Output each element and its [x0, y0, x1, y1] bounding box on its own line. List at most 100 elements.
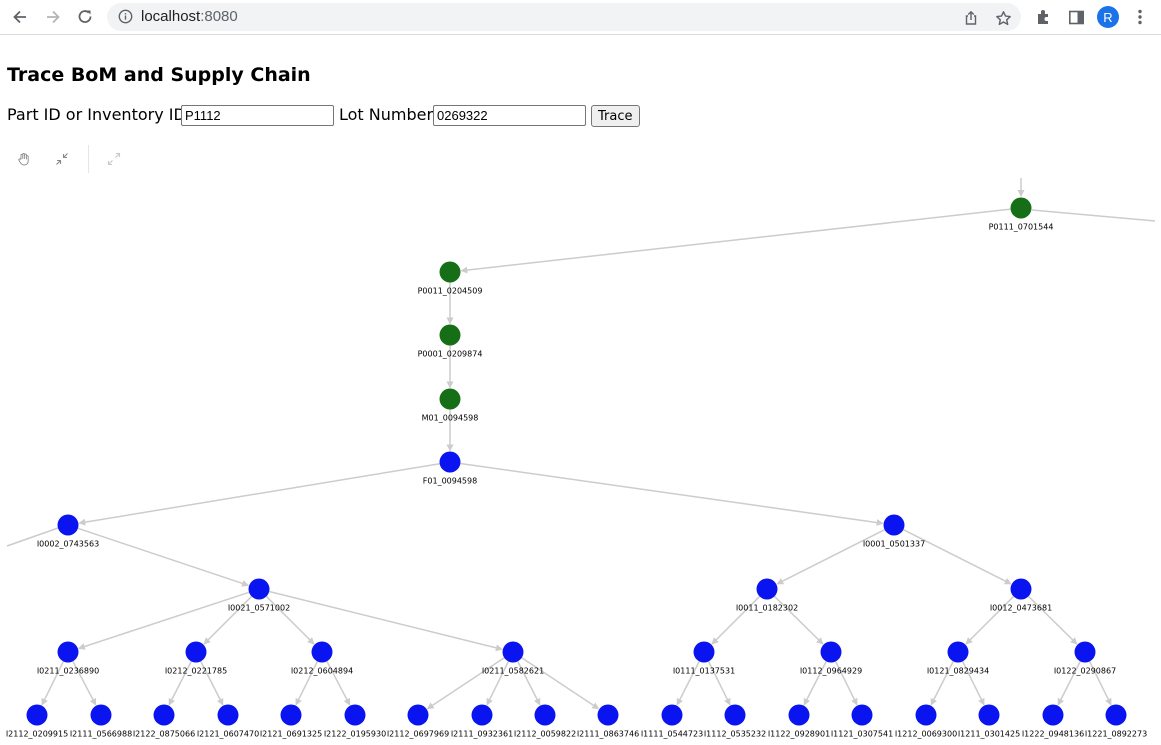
- profile-avatar[interactable]: R: [1097, 6, 1119, 28]
- node-circle[interactable]: [311, 641, 333, 663]
- node-circle[interactable]: [439, 324, 461, 346]
- kebab-menu-icon[interactable]: [1129, 6, 1151, 28]
- side-panel-icon[interactable]: [1065, 6, 1087, 28]
- graph-node[interactable]: I0122_0290867: [1054, 641, 1116, 676]
- graph-node[interactable]: I0212_0604894: [291, 641, 353, 676]
- node-circle[interactable]: [57, 514, 79, 536]
- graph-node[interactable]: I0211_0236890: [37, 641, 99, 676]
- node-circle[interactable]: [153, 704, 175, 726]
- graph-node[interactable]: P0111_0701544: [989, 197, 1054, 232]
- node-circle[interactable]: [788, 704, 810, 726]
- node-circle[interactable]: [534, 704, 556, 726]
- graph-node[interactable]: I2111_0863746: [577, 704, 639, 739]
- graph-node[interactable]: P0001_0209874: [418, 324, 483, 359]
- back-button[interactable]: [8, 5, 32, 29]
- graph-node[interactable]: I0111_0137531: [673, 641, 735, 676]
- node-circle[interactable]: [502, 641, 524, 663]
- site-info-icon[interactable]: [118, 9, 133, 28]
- graph-node[interactable]: I0121_0829434: [927, 641, 989, 676]
- node-circle[interactable]: [439, 261, 461, 283]
- graph-node[interactable]: I2112_0209915: [6, 704, 68, 739]
- node-label: I0121_0829434: [927, 667, 989, 676]
- forward-button[interactable]: [41, 5, 65, 29]
- graph-node[interactable]: I1122_0928901: [768, 704, 830, 739]
- graph-node[interactable]: I2112_0059822: [514, 704, 576, 739]
- share-icon[interactable]: [961, 8, 981, 28]
- node-circle[interactable]: [90, 704, 112, 726]
- graph-node[interactable]: I1121_0307541: [831, 704, 893, 739]
- graph-node[interactable]: I2112_0697969: [387, 704, 449, 739]
- node-circle[interactable]: [820, 641, 842, 663]
- graph-node[interactable]: I2121_0607470: [197, 704, 259, 739]
- node-circle[interactable]: [661, 704, 683, 726]
- node-label: I0002_0743563: [37, 540, 99, 549]
- node-circle[interactable]: [217, 704, 239, 726]
- graph-node[interactable]: I2122_0195930: [324, 704, 386, 739]
- node-circle[interactable]: [597, 704, 619, 726]
- node-circle[interactable]: [407, 704, 429, 726]
- graph-node[interactable]: I0011_0182302: [736, 578, 798, 613]
- graph-node[interactable]: F01_0094598: [423, 451, 477, 486]
- graph-node[interactable]: I0012_0473681: [990, 578, 1052, 613]
- node-circle[interactable]: [693, 641, 715, 663]
- extensions-icon[interactable]: [1033, 6, 1055, 28]
- graph-edge: [460, 462, 884, 527]
- reload-icon: [78, 10, 92, 23]
- node-label: I2112_0697969: [387, 730, 449, 739]
- graph-node[interactable]: I2122_0875066: [133, 704, 195, 739]
- node-circle[interactable]: [1010, 578, 1032, 600]
- node-circle[interactable]: [947, 641, 969, 663]
- graph-node[interactable]: I1111_0544723: [641, 704, 703, 739]
- graph-node[interactable]: I2121_0691325: [260, 704, 322, 739]
- reload-button[interactable]: [73, 5, 97, 29]
- browser-toolbar: localhost:8080 R: [0, 0, 1161, 35]
- lot-number-input[interactable]: [433, 105, 586, 126]
- graph-node[interactable]: I1112_0535232: [704, 704, 766, 739]
- graph-node[interactable]: I1222_0948136: [1022, 704, 1084, 739]
- node-circle[interactable]: [724, 704, 746, 726]
- pan-hand-icon[interactable]: [13, 148, 35, 170]
- graph-node[interactable]: I2111_0566988: [70, 704, 132, 739]
- node-circle[interactable]: [57, 641, 79, 663]
- node-circle[interactable]: [248, 578, 270, 600]
- node-circle[interactable]: [1074, 641, 1096, 663]
- address-bar[interactable]: localhost:8080: [107, 3, 1021, 31]
- graph-node[interactable]: I0212_0221785: [165, 641, 227, 676]
- graph-node[interactable]: M01_0094598: [422, 388, 479, 423]
- graph-node[interactable]: I1212_0069300: [895, 704, 957, 739]
- graph-node[interactable]: I1221_0892273: [1085, 704, 1147, 739]
- graph-node[interactable]: I0001_0501337: [863, 514, 925, 549]
- part-id-input[interactable]: [181, 105, 334, 126]
- node-circle[interactable]: [344, 704, 366, 726]
- collapse-icon[interactable]: [51, 148, 73, 170]
- node-label: I1121_0307541: [831, 730, 893, 739]
- node-label: P0111_0701544: [989, 223, 1054, 232]
- node-circle[interactable]: [439, 388, 461, 410]
- node-circle[interactable]: [439, 451, 461, 473]
- node-circle[interactable]: [883, 514, 905, 536]
- trace-button[interactable]: Trace: [591, 105, 640, 127]
- node-circle[interactable]: [756, 578, 778, 600]
- node-circle[interactable]: [851, 704, 873, 726]
- node-circle[interactable]: [915, 704, 937, 726]
- graph-node[interactable]: I2111_0932361: [451, 704, 513, 739]
- node-circle[interactable]: [1105, 704, 1127, 726]
- node-label: I2121_0691325: [260, 730, 322, 739]
- node-label: I0212_0604894: [291, 667, 353, 676]
- graph-node[interactable]: P0011_0204509: [418, 261, 483, 296]
- node-circle[interactable]: [1010, 197, 1032, 219]
- graph-node[interactable]: I1211_0301425: [958, 704, 1020, 739]
- node-label: I0111_0137531: [673, 667, 735, 676]
- node-circle[interactable]: [1042, 704, 1064, 726]
- graph-node[interactable]: I0112_0964929: [800, 641, 862, 676]
- node-circle[interactable]: [26, 704, 48, 726]
- url-host: localhost: [141, 8, 201, 25]
- node-circle[interactable]: [185, 641, 207, 663]
- node-circle[interactable]: [280, 704, 302, 726]
- node-circle[interactable]: [978, 704, 1000, 726]
- node-circle[interactable]: [471, 704, 493, 726]
- node-label: I0001_0501337: [863, 540, 925, 549]
- bom-graph[interactable]: P0111_0701544 P0011_0204509 P0001_0209874 M…: [0, 172, 1161, 745]
- expand-icon[interactable]: [103, 148, 125, 170]
- bookmark-star-icon[interactable]: [993, 8, 1013, 28]
